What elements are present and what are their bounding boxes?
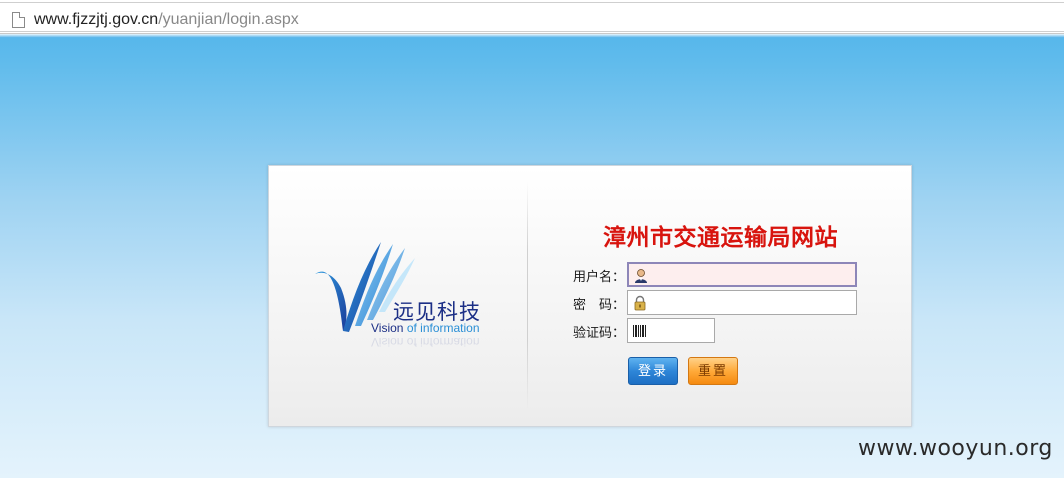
site-title: 漳州市交通运输局网站 [603,225,838,251]
panel-divider [527,182,528,410]
browser-address-bar: www.fjzzjtj.gov.cn/yuanjian/login.aspx [0,0,1064,34]
reset-button[interactable]: 重置 [688,357,738,385]
login-button[interactable]: 登录 [628,357,678,385]
captcha-label: 验证码： [572,326,625,341]
url-host: www.fjzzjtj.gov.cn [34,11,159,28]
lock-icon [634,295,646,311]
user-icon [635,269,647,283]
username-label: 用户名： [572,270,625,285]
watermark: www.wooyun.org [858,436,1053,461]
password-label: 密 码： [572,298,625,313]
username-input[interactable] [627,262,857,287]
login-panel: 远见科技 Vision of information Vision of inf… [268,165,912,427]
company-logo: 远见科技 Vision of information Vision of inf… [309,236,509,366]
captcha-input[interactable] [627,318,715,343]
url-field[interactable]: www.fjzzjtj.gov.cn/yuanjian/login.aspx [0,2,1064,32]
barcode-icon [633,325,646,337]
url-path: /yuanjian/login.aspx [158,11,299,28]
page-icon [12,12,25,28]
password-input[interactable] [627,290,857,315]
logo-tagline: Vision of information [371,321,480,335]
logo-tagline-vision: Vision [371,321,407,335]
logo-tagline-of-information: of information [406,321,480,335]
logo-tagline-reflection: Vision of information [371,335,480,349]
url-text[interactable]: www.fjzzjtj.gov.cn/yuanjian/login.aspx [34,10,299,30]
page-top-border [0,34,1064,38]
